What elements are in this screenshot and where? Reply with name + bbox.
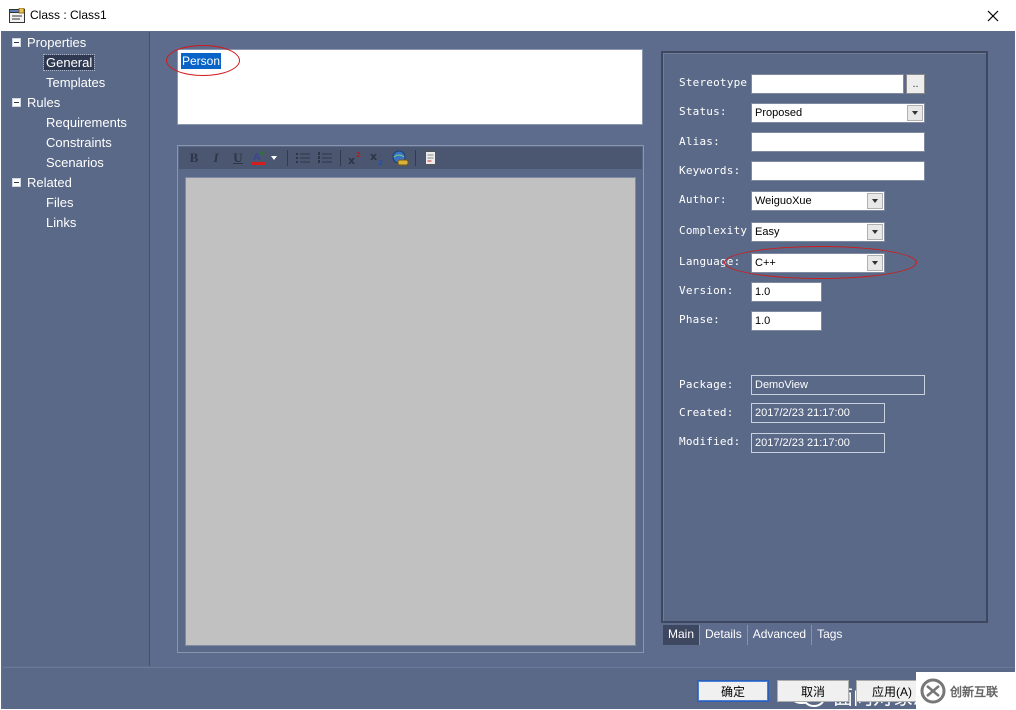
tree-item-label: Requirements <box>46 115 127 130</box>
author-value: WeiguoXue <box>755 195 812 207</box>
close-icon <box>987 10 999 21</box>
underline-icon[interactable]: U <box>229 149 247 167</box>
document-icon[interactable] <box>422 149 440 167</box>
navigation-tree: Properties General Templates Rules Requireme… <box>3 32 150 666</box>
subscript-icon[interactable]: x2 <box>369 149 387 167</box>
tree-item-label: Properties <box>27 35 87 50</box>
tab-advanced[interactable]: Advanced <box>748 625 813 645</box>
editor-toolbar: B I U A x2 x2 <box>179 147 642 169</box>
complexity-label: Complexity <box>679 224 748 237</box>
language-value: C++ <box>755 257 776 269</box>
numbered-list-icon[interactable] <box>316 149 334 167</box>
bullet-list-icon[interactable] <box>294 149 312 167</box>
tab-tags[interactable]: Tags <box>812 625 847 645</box>
tree-item-files[interactable]: Files <box>44 194 75 212</box>
tree-item-label: Constraints <box>46 135 112 150</box>
tree-item-rules[interactable]: Rules <box>12 94 62 112</box>
collapse-icon[interactable] <box>12 178 21 187</box>
ok-button[interactable]: 确定 <box>697 680 769 702</box>
window-title: Class : Class1 <box>30 8 107 22</box>
complexity-value: Easy <box>755 226 780 238</box>
title-bar: Class : Class1 <box>0 0 1016 31</box>
element-name-field[interactable]: Person <box>177 49 643 125</box>
created-label: Created: <box>679 406 734 419</box>
svg-text:x: x <box>370 150 377 163</box>
phase-label: Phase: <box>679 313 720 326</box>
tree-item-general[interactable]: General <box>42 54 96 72</box>
author-label: Author: <box>679 193 727 206</box>
notes-editor: B I U A x2 x2 <box>177 145 644 653</box>
status-label: Status: <box>679 105 727 118</box>
collapse-icon[interactable] <box>12 38 21 47</box>
phase-input[interactable]: 1.0 <box>751 311 822 331</box>
brand-logo-icon <box>920 678 946 704</box>
brand-text: 创新互联 <box>950 684 999 699</box>
keywords-label: Keywords: <box>679 164 741 177</box>
close-button[interactable] <box>970 0 1016 31</box>
bold-icon[interactable]: B <box>185 149 203 167</box>
alias-input[interactable] <box>751 132 925 152</box>
stereotype-input[interactable] <box>751 74 904 94</box>
cancel-button[interactable]: 取消 <box>777 680 849 702</box>
chevron-down-icon[interactable] <box>867 255 883 271</box>
author-combo[interactable]: WeiguoXue <box>751 191 885 211</box>
tree-item-links[interactable]: Links <box>44 214 78 232</box>
tab-main[interactable]: Main <box>663 625 701 645</box>
keywords-input[interactable] <box>751 161 925 181</box>
status-value: Proposed <box>755 107 803 119</box>
tree-item-related[interactable]: Related <box>12 174 74 192</box>
stereotype-browse-button[interactable]: .. <box>906 74 925 94</box>
italic-icon[interactable]: I <box>207 149 225 167</box>
toolbar-separator <box>415 150 416 166</box>
font-color-icon[interactable]: A <box>251 149 281 167</box>
language-label: Language: <box>679 255 741 268</box>
svg-text:2: 2 <box>356 151 361 159</box>
chevron-down-icon[interactable] <box>867 193 883 209</box>
tree-item-templates[interactable]: Templates <box>44 74 107 92</box>
tree-item-label: Related <box>27 175 72 190</box>
package-value: DemoView <box>751 375 925 395</box>
brand-watermark: 创新互联 <box>916 672 1016 710</box>
tree-item-label: General <box>42 54 96 71</box>
svg-text:x: x <box>348 154 355 166</box>
toolbar-separator <box>340 150 341 166</box>
properties-panel: Stereotype .. Status: Proposed Alias: Ke… <box>661 51 988 623</box>
complexity-combo[interactable]: Easy <box>751 222 885 242</box>
tree-item-label: Rules <box>27 95 61 110</box>
svg-text:A: A <box>253 152 261 163</box>
chevron-down-icon[interactable] <box>867 224 883 240</box>
tree-item-label: Templates <box>46 75 106 90</box>
package-label: Package: <box>679 378 734 391</box>
superscript-icon[interactable]: x2 <box>347 149 365 167</box>
modified-label: Modified: <box>679 435 741 448</box>
tree-item-properties[interactable]: Properties <box>12 34 88 52</box>
chevron-down-icon[interactable] <box>907 105 923 121</box>
notes-text-area[interactable] <box>185 177 636 646</box>
version-input[interactable]: 1.0 <box>751 282 822 302</box>
tree-item-requirements[interactable]: Requirements <box>44 114 129 132</box>
modified-value: 2017/2/23 21:17:00 <box>751 433 885 453</box>
status-combo[interactable]: Proposed <box>751 103 925 123</box>
dialog-body: Properties General Templates Rules Requireme… <box>1 31 1015 709</box>
panel-tabs: Main Details Advanced Tags <box>663 625 847 645</box>
element-name-value: Person <box>181 53 222 69</box>
alias-label: Alias: <box>679 135 720 148</box>
created-value: 2017/2/23 21:17:00 <box>751 403 885 423</box>
tree-item-constraints[interactable]: Constraints <box>44 134 114 152</box>
tree-item-label: Links <box>46 215 77 230</box>
language-combo[interactable]: C++ <box>751 253 885 273</box>
tab-details[interactable]: Details <box>700 625 748 645</box>
tree-item-scenarios[interactable]: Scenarios <box>44 154 106 172</box>
stereotype-label: Stereotype <box>679 76 748 89</box>
svg-text:2: 2 <box>378 159 383 166</box>
class-window-icon <box>9 8 25 23</box>
version-label: Version: <box>679 284 734 297</box>
toolbar-separator <box>287 150 288 166</box>
tree-item-label: Scenarios <box>46 155 104 170</box>
collapse-icon[interactable] <box>12 98 21 107</box>
hyperlink-icon[interactable] <box>391 149 409 167</box>
tree-item-label: Files <box>46 195 74 210</box>
